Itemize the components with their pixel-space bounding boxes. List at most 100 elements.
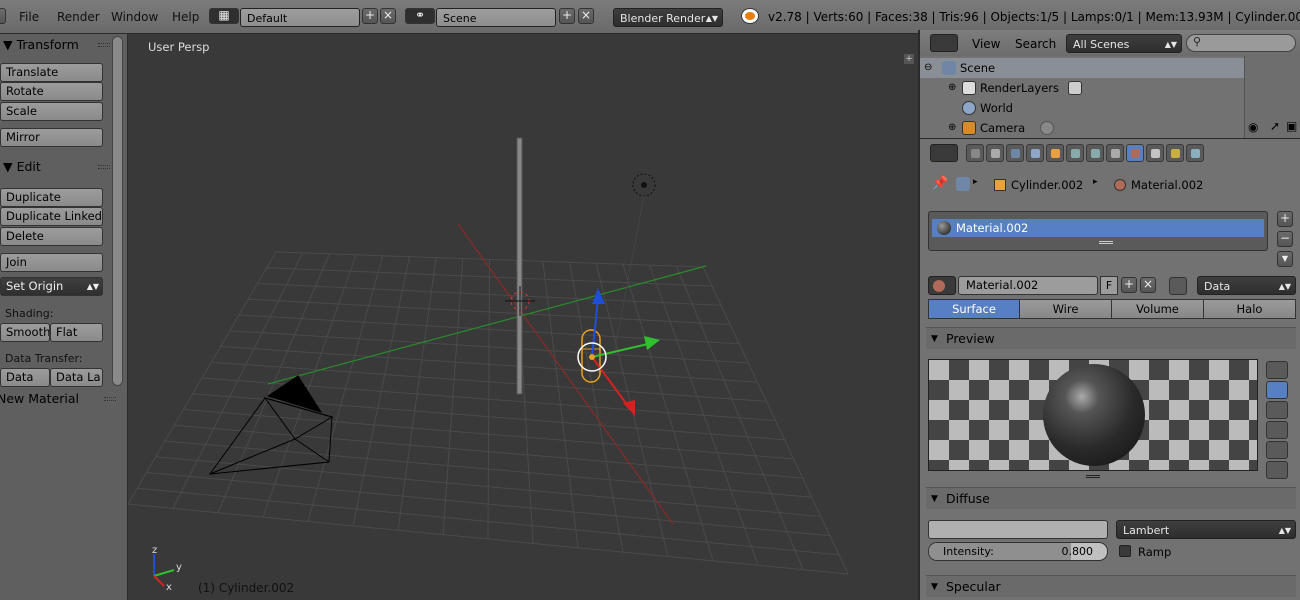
diffuse-color-swatch[interactable] [928,520,1108,539]
translate-button[interactable]: Translate [0,63,103,82]
preview-monkey-icon[interactable] [1266,421,1288,439]
menu-file[interactable]: File [19,10,39,24]
tab-constraints-icon[interactable] [1066,144,1084,162]
material-browse-button[interactable] [928,276,956,295]
expand-icon[interactable]: ⊕ [948,118,956,138]
tab-material-icon[interactable] [1126,144,1144,162]
tab-physics-icon[interactable] [1186,144,1204,162]
renderable-camera-icon[interactable]: ▣ [1286,119,1297,133]
tab-data-icon[interactable] [1106,144,1124,162]
screen-layout-icon[interactable]: ▦ [209,8,239,24]
physics-glyph-icon [1191,149,1200,158]
set-origin-dropdown[interactable]: Set Origin ▲▼ [0,277,103,296]
browse-mode-icon[interactable] [1169,277,1187,295]
flat-button[interactable]: Flat [50,323,103,342]
tab-wire[interactable]: Wire [1019,299,1112,319]
add-scene-button[interactable]: + [559,8,575,24]
tab-render-icon[interactable] [966,144,984,162]
specular-panel-header[interactable]: Specular [926,575,1296,598]
new-material-button[interactable]: + [1121,277,1137,293]
tab-volume[interactable]: Volume [1111,299,1204,319]
data-transfer-button[interactable]: Data [0,368,50,387]
preview-type-column [1266,361,1290,479]
data-layout-button[interactable]: Data La [50,368,103,387]
material-slots-list[interactable]: Material.002 [928,211,1268,251]
scene-selector-icon[interactable]: ⚭ [405,8,435,24]
material-slot-row[interactable]: Material.002 [932,219,1264,237]
drag-grip-icon[interactable] [98,165,110,169]
tab-object-icon[interactable] [1046,144,1064,162]
collapse-icon[interactable]: ⊖ [924,58,932,78]
add-slot-button[interactable]: + [1277,211,1293,227]
outliner-row-scene[interactable]: ⊖ Scene [920,58,1244,78]
delete-layout-button[interactable]: × [380,8,396,24]
tab-texture-icon[interactable] [1146,144,1164,162]
link-mode-dropdown[interactable]: Data ▲▼ [1197,276,1296,295]
menu-render[interactable]: Render [57,10,100,24]
intensity-slider[interactable]: Intensity: 0.800 [928,542,1108,561]
list-grip-icon[interactable] [1099,241,1113,244]
pin-icon[interactable]: 📌 [932,176,948,191]
preview-sky-sphere-icon[interactable] [1266,461,1288,479]
outliner-row-camera[interactable]: ⊕ Camera [920,118,1244,138]
outliner-menu-view[interactable]: View [972,37,1000,51]
delete-button[interactable]: Delete [0,227,103,246]
rotate-button[interactable]: Rotate [0,82,103,101]
unlink-material-button[interactable]: × [1140,277,1156,293]
outliner-row-renderlayers[interactable]: ⊕ RenderLayers [920,78,1244,98]
outliner-editor: View Search All Scenes ▲▼ ⚲ ⊖ Scene ⊕ Re… [918,30,1300,138]
tab-particles-icon[interactable] [1166,144,1184,162]
expand-icon[interactable]: ⊕ [948,78,956,98]
outliner-menu-search[interactable]: Search [1015,37,1056,51]
drag-grip-icon[interactable] [104,397,116,401]
drag-grip-icon[interactable] [98,43,110,47]
tool-shelf-scrollbar[interactable] [112,36,123,386]
display-mode-dropdown[interactable]: All Scenes ▲▼ [1066,34,1182,53]
duplicate-linked-button[interactable]: Duplicate Linked [0,207,103,226]
3d-viewport[interactable]: z y x User Persp (1) Cylinder.002 + [128,34,918,600]
preview-cube-icon[interactable] [1266,401,1288,419]
edit-panel-header[interactable]: ▼ Edit [0,156,112,178]
layout-field[interactable]: Default [240,8,360,27]
tab-modifiers-icon[interactable] [1086,144,1104,162]
menu-window[interactable]: Window [111,10,158,24]
tab-surface[interactable]: Surface [928,299,1020,319]
editor-type-icon[interactable] [0,8,6,24]
material-name-field[interactable]: Material.002 [958,276,1098,295]
preview-panel-header[interactable]: Preview [926,327,1296,350]
diffuse-panel-header[interactable]: Diffuse [926,487,1296,510]
add-layout-button[interactable]: + [362,8,378,24]
preview-resize-grip[interactable] [1086,475,1100,478]
menu-help[interactable]: Help [172,10,199,24]
editor-type-icon[interactable] [930,34,958,52]
new-material-panel-header[interactable]: New Material [0,388,118,410]
preview-sphere-icon[interactable] [1266,381,1288,399]
transform-panel-header[interactable]: ▼ Transform [0,34,112,56]
preview-hair-icon[interactable] [1266,441,1288,459]
camera-data-icon [1040,121,1054,135]
outliner-row-world[interactable]: World [920,98,1244,118]
render-engine-dropdown[interactable]: Blender Render ▲▼ [613,8,723,27]
selectable-arrow-icon[interactable]: ➚ [1270,119,1280,133]
fake-user-button[interactable]: F [1100,276,1118,295]
duplicate-button[interactable]: Duplicate [0,188,103,207]
smooth-button[interactable]: Smooth [0,323,50,342]
tab-world-icon[interactable] [1026,144,1044,162]
remove-slot-button[interactable]: − [1277,231,1293,247]
preview-plane-icon[interactable] [1266,361,1288,379]
slot-specials-button[interactable]: ▼ [1277,251,1293,267]
mirror-button[interactable]: Mirror [0,128,103,147]
scene-field[interactable]: Scene [436,8,556,27]
join-button[interactable]: Join [0,253,103,272]
tab-halo[interactable]: Halo [1203,299,1296,319]
diffuse-shader-dropdown[interactable]: Lambert ▲▼ [1116,520,1296,539]
delete-scene-button[interactable]: × [578,8,594,24]
ramp-checkbox[interactable] [1119,545,1131,557]
editor-type-icon[interactable] [930,144,958,162]
add-region-icon[interactable]: + [904,54,914,64]
tab-scene-icon[interactable] [1006,144,1024,162]
tab-render-layers-icon[interactable] [986,144,1004,162]
outliner-search-input[interactable]: ⚲ [1186,34,1296,52]
visibility-eye-icon[interactable]: ◉ [1248,120,1258,134]
scale-button[interactable]: Scale [0,102,103,121]
